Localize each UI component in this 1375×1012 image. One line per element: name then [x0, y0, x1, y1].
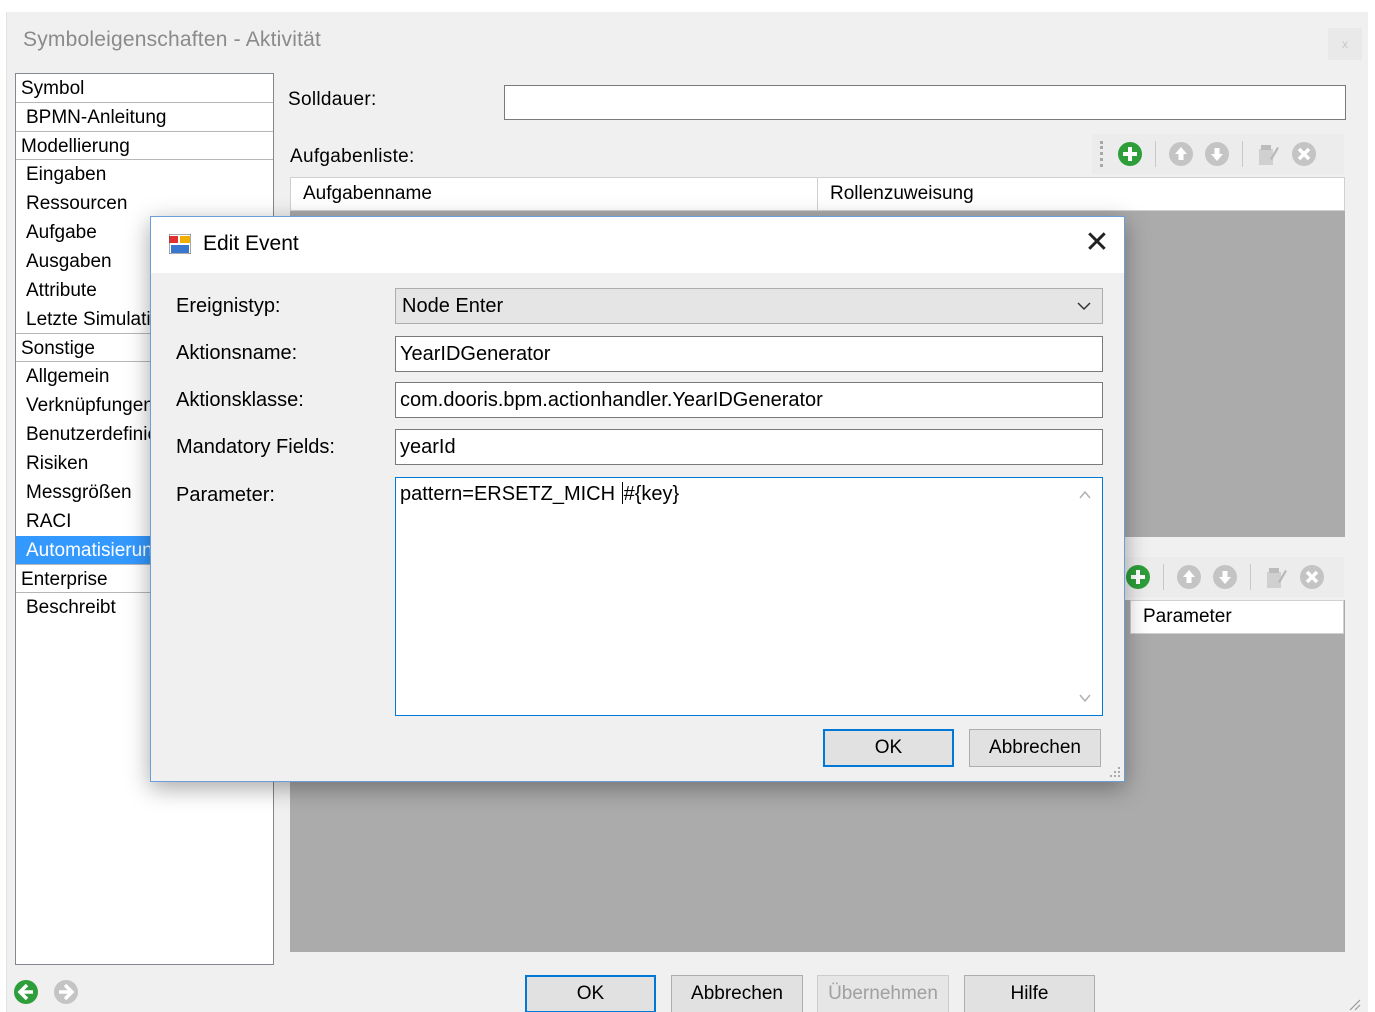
solldauer-input[interactable] [504, 85, 1346, 120]
ereignistyp-label: Ereignistyp: [176, 295, 281, 317]
column-parameter[interactable]: Parameter [1131, 601, 1343, 633]
chevron-down-icon [1076, 289, 1092, 323]
move-up-icon[interactable] [1166, 139, 1196, 169]
task-grid-header: Aufgabenname Rollenzuweisung [290, 177, 1345, 211]
ok-button[interactable]: OK [525, 975, 656, 1012]
aktionsname-input[interactable]: YearIDGenerator [395, 336, 1103, 372]
toolbar-grip [1100, 141, 1103, 167]
solldauer-label: Solldauer: [288, 89, 377, 110]
dialog-titlebar: Edit Event ✕ [151, 217, 1124, 273]
edit-event-dialog: Edit Event ✕ Ereignistyp: Node Enter Akt… [150, 216, 1125, 782]
forward-arrow-icon[interactable] [53, 979, 79, 1005]
task-toolbar [1092, 134, 1344, 174]
dialog-close-button[interactable]: ✕ [1081, 228, 1113, 260]
event-toolbar [1115, 557, 1344, 597]
window-title: Symboleigenschaften - Aktivität [23, 28, 322, 51]
aktionsklasse-input[interactable]: com.dooris.bpm.actionhandler.YearIDGener… [395, 382, 1103, 418]
help-button[interactable]: Hilfe [964, 975, 1095, 1012]
add-circle-icon[interactable] [1115, 139, 1145, 169]
add-circle-icon[interactable] [1123, 562, 1153, 592]
toolbar-separator [1155, 141, 1156, 167]
delete-icon[interactable] [1297, 562, 1327, 592]
dialog-title: Edit Event [203, 232, 299, 255]
toolbar-separator [1163, 564, 1164, 590]
mandatory-fields-input[interactable]: yearId [395, 429, 1103, 465]
sidebar-item-bpmn-anleitung[interactable]: BPMN-Anleitung [16, 103, 273, 132]
sidebar-item-modellierung[interactable]: Modellierung [16, 131, 273, 160]
ereignistyp-select[interactable]: Node Enter [395, 288, 1103, 324]
move-down-icon[interactable] [1202, 139, 1232, 169]
dialog-ok-button[interactable]: OK [823, 729, 954, 767]
column-rollenzuweisung[interactable]: Rollenzuweisung [818, 178, 1344, 210]
sidebar-item-symbol[interactable]: Symbol [16, 74, 273, 103]
parameter-text: pattern=ERSETZ_MICH #{key} [400, 482, 680, 505]
column-aufgabenname[interactable]: Aufgabenname [291, 178, 818, 210]
event-grid-header: Parameter [1130, 600, 1344, 634]
scroll-up-icon[interactable] [1068, 480, 1102, 510]
dialog-app-icon [169, 234, 191, 254]
dialog-cancel-button[interactable]: Abbrechen [969, 729, 1101, 767]
edit-icon[interactable] [1261, 562, 1291, 592]
toolbar-separator [1250, 564, 1251, 590]
text-caret [621, 482, 623, 504]
sidebar-item-ressourcen[interactable]: Ressourcen [16, 189, 273, 218]
toolbar-separator [1242, 141, 1243, 167]
apply-button[interactable]: Übernehmen [817, 975, 949, 1012]
move-up-icon[interactable] [1174, 562, 1204, 592]
back-arrow-icon[interactable] [13, 979, 39, 1005]
move-down-icon[interactable] [1210, 562, 1240, 592]
mandatory-fields-label: Mandatory Fields: [176, 436, 335, 458]
resize-grip-icon[interactable] [1347, 997, 1361, 1011]
scroll-down-icon[interactable] [1068, 683, 1102, 713]
aktionsname-label: Aktionsname: [176, 342, 298, 364]
aktionsklasse-label: Aktionsklasse: [176, 389, 304, 411]
cancel-button[interactable]: Abbrechen [671, 975, 803, 1012]
sidebar-item-eingaben[interactable]: Eingaben [16, 160, 273, 189]
window-close-button[interactable]: x [1328, 28, 1362, 60]
delete-icon[interactable] [1289, 139, 1319, 169]
resize-grip-icon[interactable] [1109, 766, 1121, 778]
parameter-textarea[interactable]: pattern=ERSETZ_MICH #{key} [395, 477, 1103, 716]
edit-icon[interactable] [1253, 139, 1283, 169]
aufgabenliste-label: Aufgabenliste: [290, 146, 415, 167]
parameter-label: Parameter: [176, 484, 275, 506]
ereignistyp-value: Node Enter [402, 295, 504, 317]
parameter-scrollbar[interactable] [1068, 478, 1102, 715]
